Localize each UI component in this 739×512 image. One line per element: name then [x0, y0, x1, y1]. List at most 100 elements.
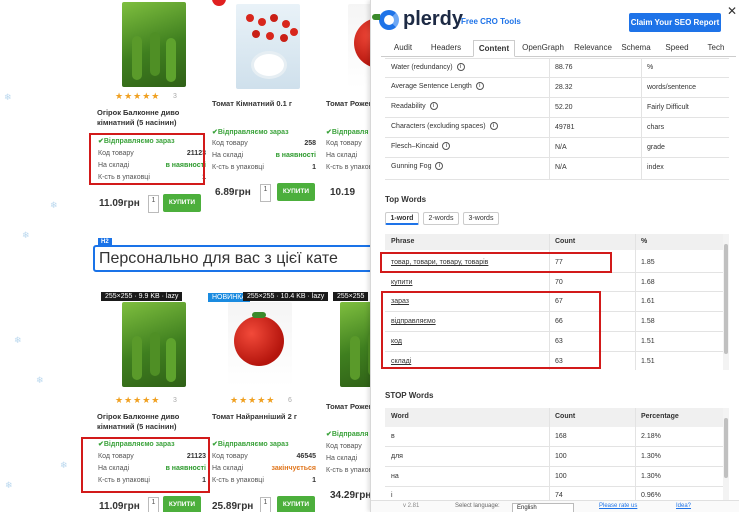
column-header: Percentage: [641, 413, 679, 420]
list-item[interactable]: купити: [391, 279, 412, 286]
tab-content[interactable]: Content: [473, 40, 515, 57]
product-image[interactable]: [236, 4, 300, 89]
info-icon[interactable]: i: [442, 142, 451, 150]
table-row: і: [391, 492, 393, 499]
idea-link[interactable]: Idea?: [676, 503, 691, 509]
quantity-stepper[interactable]: 1: [260, 497, 271, 512]
info-icon[interactable]: i: [489, 122, 498, 130]
tab-relevance[interactable]: Relevance: [570, 40, 616, 57]
info-icon[interactable]: i: [456, 63, 465, 71]
column-header: Phrase: [391, 238, 415, 245]
scrollbar-thumb[interactable]: [724, 418, 728, 478]
highlight-box: [81, 437, 210, 493]
metric-label: Water (redundancy) i: [391, 63, 465, 71]
info-icon[interactable]: i: [435, 162, 444, 170]
product-image[interactable]: [228, 302, 292, 387]
tab-speed[interactable]: Speed: [661, 40, 693, 57]
rate-link[interactable]: Please rate us: [599, 503, 637, 509]
word-count: 100: [555, 453, 567, 460]
review-count: 3: [173, 93, 177, 100]
quantity-stepper[interactable]: 1: [148, 195, 159, 213]
info-icon[interactable]: i: [429, 102, 438, 110]
buy-button[interactable]: КУПИТИ: [277, 183, 315, 201]
product-image[interactable]: [122, 2, 186, 87]
column-header: Count: [555, 413, 576, 420]
product-name[interactable]: Томат Рожев: [326, 402, 376, 412]
metric-unit: words/sentence: [647, 84, 697, 91]
stop-words-title: STOP Words: [385, 391, 434, 400]
column-header: %: [641, 238, 648, 245]
product-code-row: Код товару: [326, 140, 362, 147]
word-percent: 1.58: [641, 318, 655, 325]
tab-1-word[interactable]: 1-word: [385, 212, 419, 225]
tab-3-words[interactable]: 3-words: [463, 212, 499, 225]
metric-label: Average Sentence Length i: [391, 82, 484, 90]
pack-row: К-сть в упаковці 1: [212, 477, 316, 484]
highlight-box: [89, 133, 205, 185]
review-count: 6: [288, 397, 292, 404]
stock-row: На складі в наявності: [212, 152, 316, 159]
tab-tech[interactable]: Tech: [704, 40, 728, 57]
highlight-box: [381, 291, 601, 369]
info-icon[interactable]: i: [475, 82, 484, 90]
product-name[interactable]: Огірок Балконне диво кімнатний (5 насіни…: [97, 412, 212, 432]
tool-label[interactable]: Free CRO Tools: [461, 17, 521, 26]
tab-audit[interactable]: Audit: [389, 40, 417, 57]
shipping-status: ✔Відправля: [326, 129, 369, 136]
product-name[interactable]: Томат Рожев: [326, 99, 376, 109]
scrollbar-thumb[interactable]: [724, 244, 728, 354]
divider: [385, 466, 723, 467]
metric-value: N/A: [555, 164, 567, 171]
product-name[interactable]: Томат Кімнатний 0.1 г: [212, 99, 312, 109]
product-image[interactable]: [122, 302, 186, 387]
shipping-status: ✔Відправляємо зараз: [212, 441, 289, 448]
logo-text: plerdy: [403, 8, 464, 30]
divider: [385, 77, 729, 78]
product-price: 34.29грн: [330, 490, 372, 501]
metric-value: N/A: [555, 144, 567, 151]
stock-row: На складі: [326, 152, 358, 159]
quantity-stepper[interactable]: 1: [260, 184, 271, 202]
tab-bar: Audit Headers Content OpenGraph Relevanc…: [381, 40, 736, 57]
language-select[interactable]: English: [512, 503, 574, 512]
buy-button[interactable]: КУПИТИ: [163, 194, 201, 212]
divider: [635, 234, 636, 370]
review-count: 3: [173, 397, 177, 404]
tab-opengraph[interactable]: OpenGraph: [518, 40, 568, 57]
divider: [385, 486, 723, 487]
word-count: 74: [555, 492, 563, 499]
shipping-status: ✔Відправляємо зараз: [212, 129, 289, 136]
scrollbar[interactable]: [723, 408, 729, 500]
buy-button[interactable]: КУПИТИ: [163, 496, 201, 512]
product-page: ❄ ❄ ❄ ❄ ❄ ❄ ❄ ❄ ★★★★★ 3 Огірок Балконне …: [0, 0, 380, 512]
buy-button[interactable]: КУПИТИ: [277, 496, 315, 512]
top-words-title: Top Words: [385, 195, 427, 204]
snowflake-icon: ❄: [22, 230, 30, 240]
claim-report-button[interactable]: Claim Your SEO Report: [629, 13, 721, 32]
panel-header: plerdy Free CRO Tools Claim Your SEO Rep…: [371, 0, 739, 40]
tab-headers[interactable]: Headers: [427, 40, 465, 57]
metric-unit: chars: [647, 124, 665, 131]
metric-value: 28.32: [555, 84, 573, 91]
product-price: 11.09грн: [99, 501, 140, 512]
tab-2-words[interactable]: 2-words: [423, 212, 459, 225]
word-count: 100: [555, 473, 567, 480]
plerdy-logo-icon: [379, 10, 399, 30]
rating-stars: ★★★★★: [115, 91, 161, 101]
product-name[interactable]: Огірок Балконне диво кімнатний (5 насіни…: [97, 108, 212, 128]
snowflake-icon: ❄: [4, 92, 12, 102]
quantity-stepper[interactable]: 1: [148, 497, 159, 512]
close-icon[interactable]: ✕: [727, 4, 737, 18]
divider: [385, 137, 729, 138]
pack-row: К-сть в упаков: [326, 164, 373, 171]
shipping-status: ✔Відправля: [326, 431, 369, 438]
product-price: 25.89грн: [212, 501, 254, 512]
metric-label: Gunning Fog i: [391, 162, 444, 170]
scrollbar[interactable]: [723, 234, 729, 370]
metric-unit: index: [647, 164, 664, 171]
image-info-tag: 255×255 · 9.9 KB · lazy: [101, 292, 183, 301]
divider: [385, 58, 729, 59]
metric-label: Flesch–Kincaid i: [391, 142, 451, 150]
tab-schema[interactable]: Schema: [618, 40, 654, 57]
product-name[interactable]: Томат Найранніший 2 г: [212, 412, 312, 422]
